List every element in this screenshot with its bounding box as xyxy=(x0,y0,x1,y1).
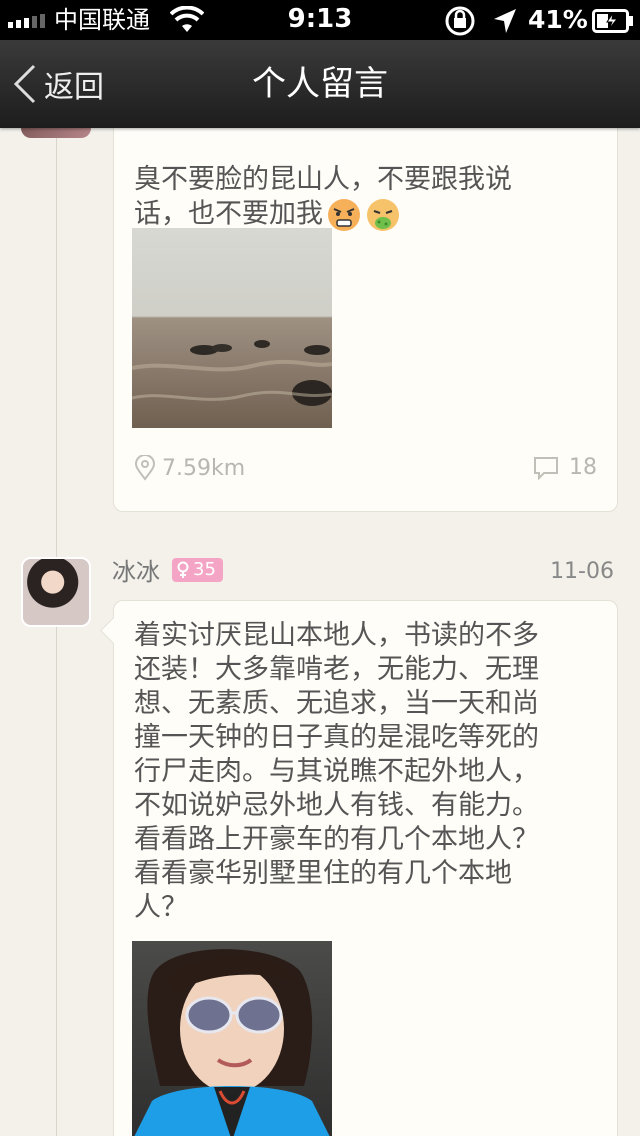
user-age: 35 xyxy=(193,559,216,580)
message-text: 臭不要脸的昆山人，不要跟我说 话，也不要加我 xyxy=(134,129,595,233)
timeline-line xyxy=(56,128,57,1136)
post-date: 11-06 xyxy=(550,559,614,584)
message-text-content: 臭不要脸的昆山人，不要跟我说 话，也不要加我 xyxy=(134,164,512,230)
distance-info: 7.59km xyxy=(134,455,245,481)
message-text: 着实讨厌昆山本地人，书读的不多 还装！大多靠啃老，无能力、无理 想、无素质、无追… xyxy=(134,620,539,923)
post-meta: 7.59km 18 xyxy=(134,455,597,485)
nav-bar: 返回 个人留言 xyxy=(0,40,640,128)
message-feed[interactable]: 臭不要脸的昆山人，不要跟我说 话，也不要加我 7.59km 18 冰冰 35 1… xyxy=(0,0,640,1136)
username[interactable]: 冰冰 xyxy=(112,557,160,587)
page-title: 个人留言 xyxy=(252,64,388,104)
battery-percent: 41% xyxy=(528,5,588,34)
message-card[interactable]: 臭不要脸的昆山人，不要跟我说 话，也不要加我 7.59km 18 xyxy=(113,116,618,512)
comment-count: 18 xyxy=(569,455,597,480)
location-arrow-icon xyxy=(494,9,516,33)
gender-age-badge: 35 xyxy=(172,558,223,582)
female-icon xyxy=(177,561,189,578)
user-avatar[interactable] xyxy=(21,557,91,627)
message-card[interactable]: 着实讨厌昆山本地人，书读的不多 还装！大多靠啃老，无能力、无理 想、无素质、无追… xyxy=(113,600,618,1136)
battery-icon xyxy=(592,9,633,33)
comment-bubble-icon xyxy=(534,456,558,480)
rotation-lock-icon xyxy=(445,6,475,36)
post-photo[interactable] xyxy=(132,941,332,1136)
location-pin-icon xyxy=(134,455,156,481)
status-bar: 中国联通 9:13 41% xyxy=(0,0,640,40)
sick-emoji xyxy=(367,199,399,231)
comment-button[interactable]: 18 xyxy=(533,455,597,480)
battery-fill xyxy=(597,14,608,28)
distance-value: 7.59km xyxy=(162,455,246,481)
post-photo[interactable] xyxy=(132,228,332,428)
